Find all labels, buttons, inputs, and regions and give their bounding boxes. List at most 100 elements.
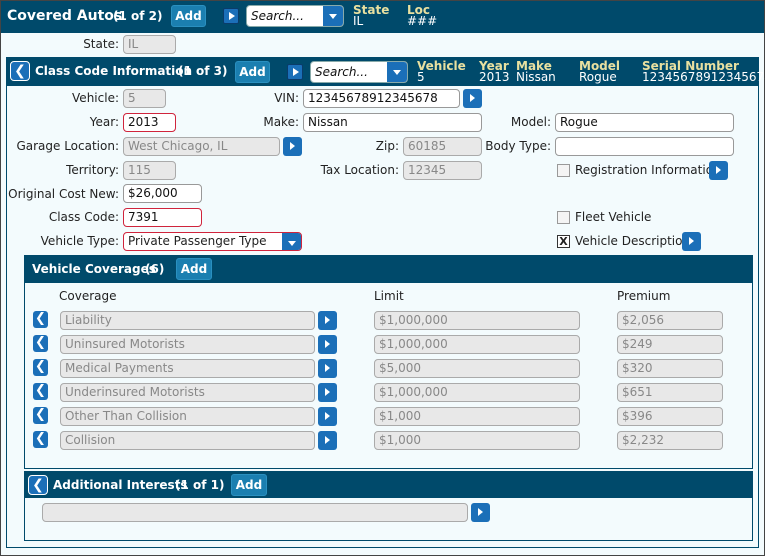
premium-field[interactable]: $396 bbox=[617, 407, 723, 426]
vehicle-field[interactable]: 5 bbox=[123, 89, 166, 108]
class-code-search[interactable]: Search... bbox=[310, 61, 408, 83]
expand-icon[interactable]: ❮ bbox=[33, 335, 48, 352]
chevron-down-icon[interactable] bbox=[282, 233, 301, 250]
limit-field[interactable]: $1,000 bbox=[374, 431, 580, 450]
additional-interests-header: ❮ Additional Interests (1 of 1) Add bbox=[25, 472, 752, 498]
coverage-detail-button[interactable] bbox=[318, 383, 337, 402]
original-cost-field[interactable]: $26,000 bbox=[123, 184, 202, 203]
vin-field[interactable]: 12345678912345678 bbox=[303, 89, 460, 108]
fleet-vehicle-label: Fleet Vehicle bbox=[575, 210, 652, 224]
covered-autos-search[interactable]: Search... bbox=[246, 5, 344, 27]
limit-field[interactable]: $1,000,000 bbox=[374, 383, 580, 402]
search-placeholder: Search... bbox=[315, 65, 368, 79]
expand-icon[interactable]: ❮ bbox=[33, 431, 48, 448]
registration-button[interactable] bbox=[709, 161, 728, 180]
chevron-down-icon[interactable] bbox=[323, 6, 343, 26]
add-class-code-button[interactable]: Add bbox=[235, 61, 270, 83]
limit-field[interactable]: $1,000,000 bbox=[374, 335, 580, 354]
coverage-detail-button[interactable] bbox=[318, 359, 337, 378]
tax-location-field[interactable]: 12345 bbox=[403, 161, 482, 180]
coverage-field[interactable]: Medical Payments bbox=[60, 359, 315, 378]
search-placeholder: Search... bbox=[251, 9, 304, 23]
add-interest-button[interactable]: Add bbox=[231, 474, 267, 496]
limit-field[interactable]: $1,000 bbox=[374, 407, 580, 426]
vin-lookup-button[interactable] bbox=[463, 89, 482, 108]
summary-state: State IL bbox=[353, 3, 390, 28]
additional-interest-button[interactable] bbox=[471, 503, 490, 522]
vehicle-coverages-header: Vehicle Coverages (6) Add bbox=[25, 256, 752, 283]
model-label: Model: bbox=[510, 115, 551, 129]
next-icon[interactable] bbox=[287, 64, 303, 80]
section-count: (1 of 3) bbox=[178, 64, 228, 78]
registration-label: Registration Information bbox=[575, 163, 721, 177]
vehicle-description-label: Vehicle Description bbox=[575, 234, 691, 248]
section-count: (1 of 2) bbox=[113, 9, 163, 23]
body-type-field[interactable] bbox=[555, 137, 734, 156]
vehicle-description-checkbox[interactable]: X bbox=[557, 235, 570, 248]
original-cost-label: Original Cost New: bbox=[8, 187, 119, 201]
model-field[interactable]: Rogue bbox=[555, 113, 734, 132]
coverage-field[interactable]: Other Than Collision bbox=[60, 407, 315, 426]
coverage-detail-button[interactable] bbox=[318, 431, 337, 450]
premium-field[interactable]: $249 bbox=[617, 335, 723, 354]
class-code-field[interactable]: 7391 bbox=[123, 208, 202, 227]
body-type-label: Body Type: bbox=[485, 139, 551, 153]
territory-label: Territory: bbox=[66, 163, 119, 177]
zip-label: Zip: bbox=[375, 139, 399, 153]
expand-icon[interactable]: ❮ bbox=[33, 407, 48, 424]
coverage-detail-button[interactable] bbox=[318, 335, 337, 354]
expand-icon[interactable]: ❮ bbox=[33, 383, 48, 400]
vehicle-description-button[interactable] bbox=[682, 232, 701, 251]
garage-location-button[interactable] bbox=[283, 137, 302, 156]
fleet-vehicle-checkbox[interactable] bbox=[557, 211, 570, 224]
section-title: Vehicle Coverages bbox=[32, 262, 156, 276]
make-field[interactable]: Nissan bbox=[303, 113, 482, 132]
garage-location-field[interactable]: West Chicago, IL bbox=[123, 137, 280, 156]
year-field[interactable]: 2013 bbox=[123, 113, 176, 132]
collapse-icon[interactable]: ❮ bbox=[10, 61, 30, 81]
state-field[interactable]: IL bbox=[123, 35, 176, 54]
territory-field[interactable]: 115 bbox=[123, 161, 176, 180]
coverage-field[interactable]: Liability bbox=[60, 311, 315, 330]
premium-field[interactable]: $2,056 bbox=[617, 311, 723, 330]
premium-field[interactable]: $320 bbox=[617, 359, 723, 378]
column-premium: Premium bbox=[617, 289, 671, 303]
column-coverage: Coverage bbox=[59, 289, 117, 303]
section-title: Class Code Information bbox=[35, 64, 193, 78]
next-icon[interactable] bbox=[223, 8, 239, 24]
additional-interest-field[interactable] bbox=[42, 503, 468, 522]
premium-field[interactable]: $651 bbox=[617, 383, 723, 402]
add-covered-auto-button[interactable]: Add bbox=[171, 5, 206, 27]
summary-model: Model Rogue bbox=[579, 59, 621, 84]
covered-autos-header: Covered Autos (1 of 2) Add Search... Sta… bbox=[1, 1, 764, 33]
collapse-icon[interactable]: ❮ bbox=[28, 475, 48, 495]
premium-field[interactable]: $2,232 bbox=[617, 431, 723, 450]
zip-field[interactable]: 60185 bbox=[403, 137, 482, 156]
year-label: Year: bbox=[89, 115, 119, 129]
limit-field[interactable]: $5,000 bbox=[374, 359, 580, 378]
summary-make: Make Nissan bbox=[516, 59, 556, 84]
summary-year: Year 2013 bbox=[479, 59, 510, 84]
coverage-field[interactable]: Uninsured Motorists bbox=[60, 335, 315, 354]
coverage-field[interactable]: Collision bbox=[60, 431, 315, 450]
add-coverage-button[interactable]: Add bbox=[176, 258, 212, 280]
limit-field[interactable]: $1,000,000 bbox=[374, 311, 580, 330]
chevron-down-icon[interactable] bbox=[387, 62, 407, 82]
state-label: State: bbox=[83, 37, 119, 51]
coverage-detail-button[interactable] bbox=[318, 311, 337, 330]
section-title: Covered Autos bbox=[7, 8, 123, 24]
vehicle-type-value: Private Passenger Type bbox=[128, 234, 267, 248]
expand-icon[interactable]: ❮ bbox=[33, 311, 48, 328]
vehicle-label: Vehicle: bbox=[72, 91, 119, 105]
summary-vehicle: Vehicle 5 bbox=[417, 59, 466, 84]
expand-icon[interactable]: ❮ bbox=[33, 359, 48, 376]
vehicle-type-select[interactable]: Private Passenger Type bbox=[123, 232, 302, 251]
class-code-header: ❮ Class Code Information (1 of 3) Add Se… bbox=[7, 58, 765, 86]
vin-label: VIN: bbox=[274, 91, 299, 105]
coverage-detail-button[interactable] bbox=[318, 407, 337, 426]
section-count: (6) bbox=[145, 262, 165, 276]
registration-checkbox[interactable] bbox=[557, 164, 570, 177]
covered-autos-window: Covered Autos (1 of 2) Add Search... Sta… bbox=[0, 0, 765, 556]
column-limit: Limit bbox=[374, 289, 404, 303]
coverage-field[interactable]: Underinsured Motorists bbox=[60, 383, 315, 402]
